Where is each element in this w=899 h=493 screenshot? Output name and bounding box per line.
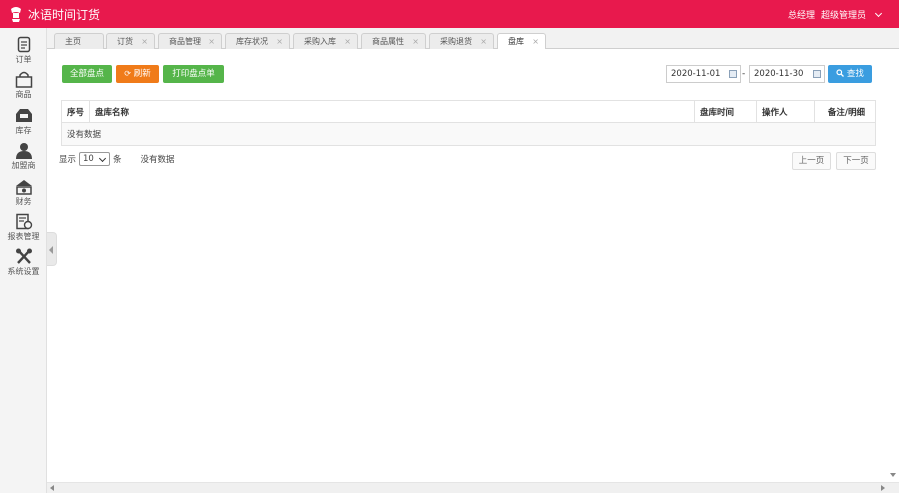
column-header[interactable]: 备注/明细 <box>814 100 876 123</box>
column-header[interactable]: 序号 <box>61 100 90 123</box>
horizontal-scrollbar[interactable] <box>47 482 899 493</box>
tab-stock-status[interactable]: 库存状况 × <box>225 33 290 49</box>
tools-icon <box>15 248 32 264</box>
order-icon <box>17 36 30 53</box>
show-label: 显示 <box>59 155 77 165</box>
scroll-down-arrow[interactable] <box>890 473 896 477</box>
inventory-icon <box>15 109 32 122</box>
tab-label: 主页 <box>65 37 81 46</box>
sidebar-item-label: 商品 <box>15 90 32 99</box>
button-label: 查找 <box>846 69 864 79</box>
empty-state: 没有数据 <box>61 122 876 146</box>
tab-stocktake[interactable]: 盘库 × <box>497 33 546 50</box>
sidebar-item-inventory[interactable]: 库存 <box>0 107 47 136</box>
page-size-value: 10 <box>83 154 94 164</box>
tab-goods-attr[interactable]: 商品属性 × <box>361 33 426 49</box>
top-bar: 冰语时间订货 总经理 超级管理员 <box>0 0 899 28</box>
close-icon[interactable]: × <box>344 34 351 49</box>
calendar-icon[interactable] <box>813 70 821 78</box>
tab-label: 采购入库 <box>304 37 336 46</box>
sidebar-item-report[interactable]: 报表管理 <box>0 213 47 242</box>
sidebar-item-label: 库存 <box>15 126 32 135</box>
column-header[interactable]: 盘库名称 <box>89 100 695 123</box>
prev-page-button[interactable]: 上一页 <box>792 152 831 170</box>
app-title: 冰语时间订货 <box>28 8 101 22</box>
tab-bar: 主页 订货 × 商品管理 × 库存状况 × 采购入库 × 商品属性 × 采购退货 × 盘库 × <box>47 28 899 50</box>
tab-order[interactable]: 订货 × <box>106 33 155 49</box>
sidebar-item-label: 报表管理 <box>7 232 40 241</box>
unit-label: 条 <box>113 155 122 165</box>
search-icon <box>836 69 845 77</box>
tab-label: 商品管理 <box>169 37 201 46</box>
close-icon[interactable]: × <box>141 34 148 49</box>
user-role: 总经理 <box>787 11 815 21</box>
logo-icon <box>11 7 21 22</box>
tab-goods-manage[interactable]: 商品管理 × <box>158 33 222 49</box>
close-icon[interactable]: × <box>532 34 539 49</box>
date-separator: - <box>742 69 746 79</box>
table-row: 没有数据 <box>61 122 876 146</box>
tab-label: 盘库 <box>508 37 524 46</box>
print-stocktake-button[interactable]: 打印盘点单 <box>163 65 224 83</box>
tab-home[interactable]: 主页 <box>54 33 104 49</box>
button-label: 上一页 <box>798 156 825 166</box>
table-header-row: 序号 盘库名称 盘库时间 操作人 备注/明细 <box>61 100 876 123</box>
sidebar-item-label: 财务 <box>15 197 32 206</box>
chevron-down-icon[interactable] <box>874 9 883 17</box>
page-size-select[interactable]: 10 <box>79 152 111 166</box>
user-name[interactable]: 超级管理员 <box>821 8 866 21</box>
refresh-icon: ⟳ <box>124 69 131 78</box>
button-label: 下一页 <box>843 156 869 166</box>
sidebar-item-label: 订单 <box>15 55 32 64</box>
stocktake-table: 序号 盘库名称 盘库时间 操作人 备注/明细 没有数据 <box>61 100 876 146</box>
refresh-button[interactable]: ⟳ 刷新 <box>116 65 159 83</box>
tab-label: 库存状况 <box>236 37 268 46</box>
report-icon <box>15 213 32 230</box>
tab-label: 商品属性 <box>372 37 404 46</box>
sidebar-item-settings[interactable]: 系统设置 <box>0 248 47 277</box>
sidebar-item-goods[interactable]: 商品 <box>0 71 47 100</box>
sidebar-item-finance[interactable]: 财务 <box>0 178 47 207</box>
finance-icon <box>15 180 32 195</box>
pager-info: 显示 10 条 没有数据 <box>59 152 175 166</box>
search-button[interactable]: 查找 <box>828 65 872 83</box>
date-to-field[interactable]: 2020-11-30 <box>749 65 825 83</box>
sidebar-item-label: 系统设置 <box>7 267 40 276</box>
column-header[interactable]: 操作人 <box>756 100 815 123</box>
user-menu[interactable]: 总经理 超级管理员 <box>787 8 883 21</box>
sidebar-item-franchise[interactable]: 加盟商 <box>0 142 47 171</box>
tab-purchase-return[interactable]: 采购退货 × <box>429 33 494 49</box>
close-icon[interactable]: × <box>276 34 283 49</box>
sidebar-collapse-handle[interactable] <box>47 232 57 266</box>
next-page-button[interactable]: 下一页 <box>836 152 876 170</box>
button-label: 刷新 <box>133 69 151 79</box>
tab-purchase-in[interactable]: 采购入库 × <box>293 33 358 49</box>
date-from-value: 2020-11-01 <box>671 69 721 79</box>
tab-label: 采购退货 <box>440 37 472 46</box>
all-stocktake-button[interactable]: 全部盘点 <box>62 65 112 83</box>
main-content: 全部盘点 ⟳ 刷新 打印盘点单 2020-11-01 - 2020-11-30 … <box>57 49 887 481</box>
column-header[interactable]: 盘库时间 <box>694 100 757 123</box>
button-label: 全部盘点 <box>69 69 104 79</box>
sidebar: 订单 商品 库存 加盟商 财务 报表管理 系统设置 <box>0 28 47 493</box>
date-from-field[interactable]: 2020-11-01 <box>666 65 741 83</box>
scroll-right-arrow[interactable] <box>881 485 885 491</box>
scroll-left-arrow[interactable] <box>50 485 54 491</box>
sidebar-item-order[interactable]: 订单 <box>0 36 47 65</box>
pager-status: 没有数据 <box>140 155 175 165</box>
user-icon <box>15 143 32 159</box>
tab-label: 订货 <box>117 37 133 46</box>
date-to-value: 2020-11-30 <box>754 69 804 79</box>
button-label: 打印盘点单 <box>172 69 215 79</box>
close-icon[interactable]: × <box>480 34 487 49</box>
bag-icon <box>15 71 32 88</box>
close-icon[interactable]: × <box>412 34 419 49</box>
close-icon[interactable]: × <box>208 34 215 49</box>
sidebar-item-label: 加盟商 <box>11 161 36 170</box>
calendar-icon[interactable] <box>729 70 737 78</box>
